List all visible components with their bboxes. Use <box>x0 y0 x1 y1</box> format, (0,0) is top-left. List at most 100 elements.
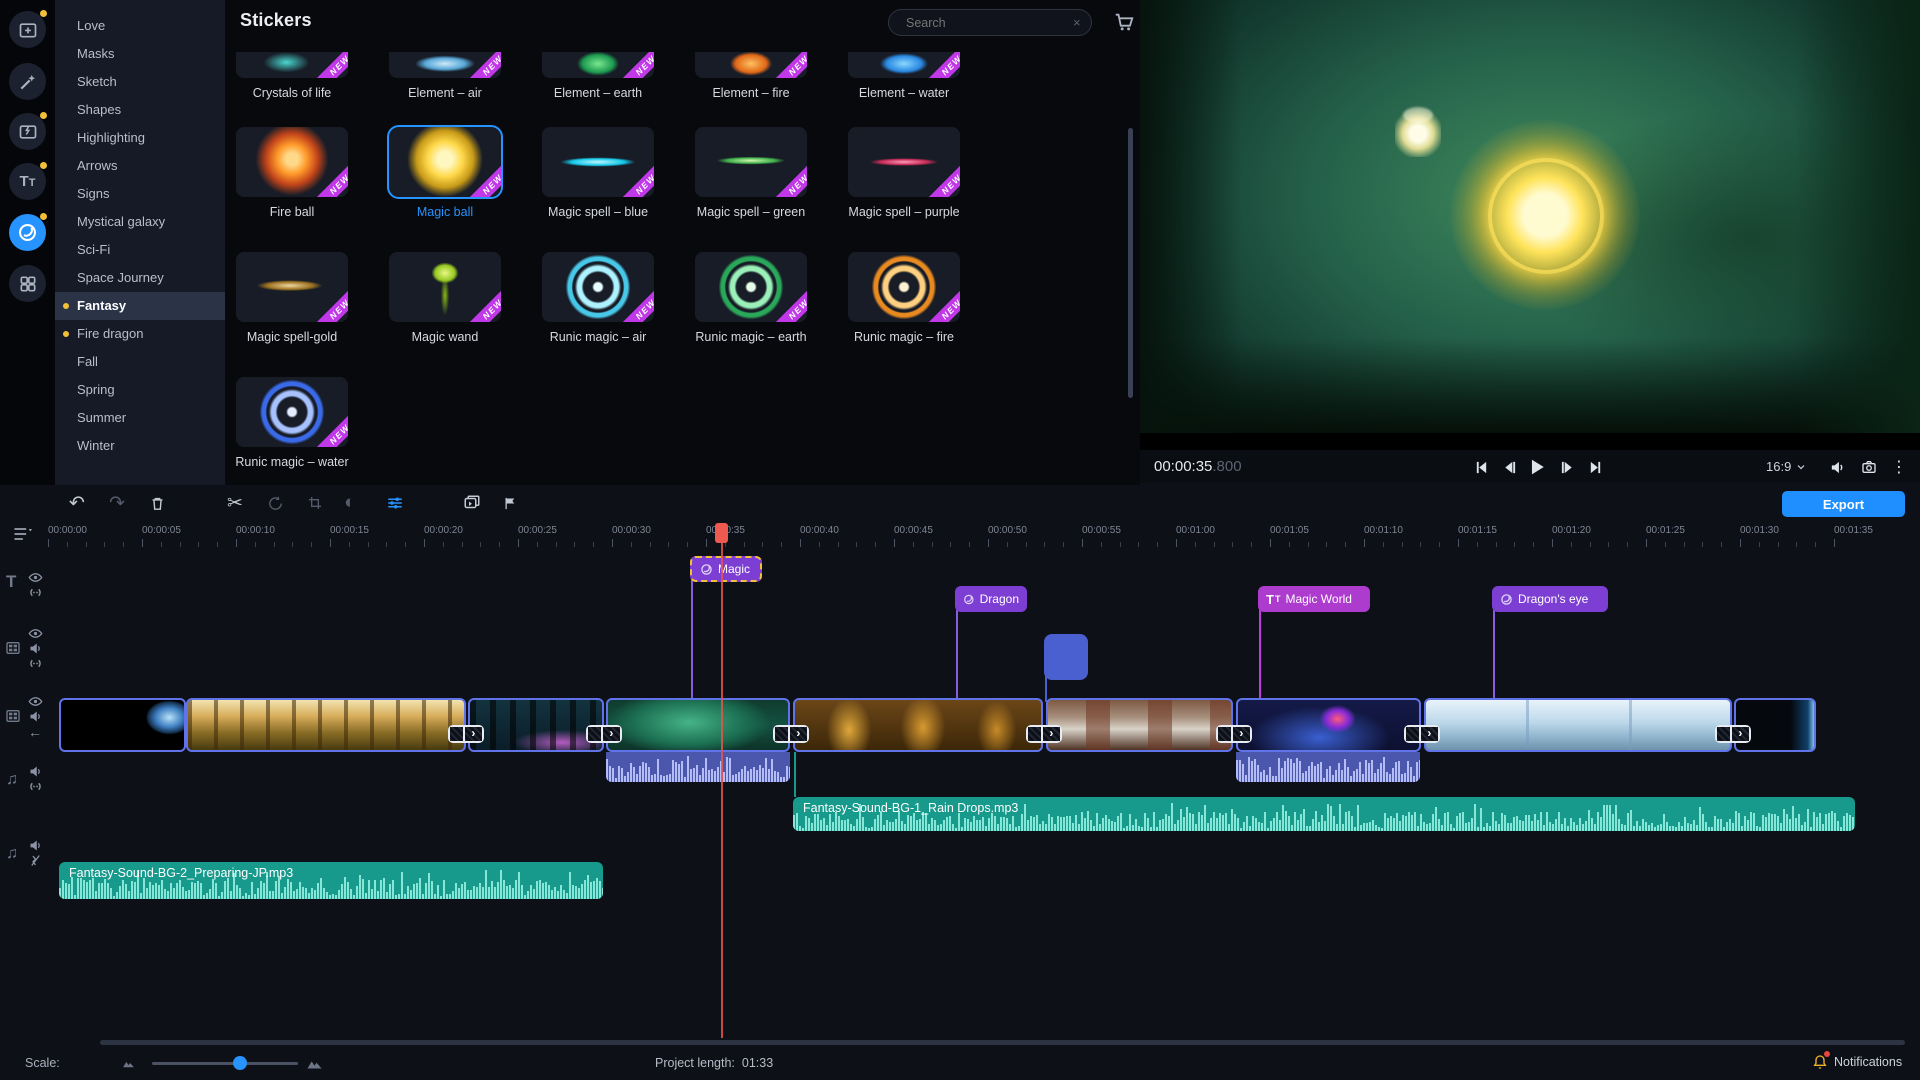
title-track-link-icon[interactable] <box>28 585 43 600</box>
category-item[interactable]: Winter <box>55 432 225 460</box>
overlay-track-volume-icon[interactable] <box>28 641 43 656</box>
video-clip[interactable] <box>59 698 186 752</box>
split-button[interactable]: ✂ <box>221 489 249 517</box>
skip-start-button[interactable] <box>1470 456 1492 478</box>
transition-badge[interactable]: › <box>1404 725 1440 743</box>
video-track-volume-icon[interactable] <box>28 709 43 724</box>
undo-button[interactable]: ↶ <box>63 489 91 517</box>
playhead-marker[interactable] <box>715 523 728 543</box>
play-button[interactable] <box>1526 456 1548 478</box>
aspect-ratio-select[interactable]: 16:9 <box>1766 459 1807 474</box>
color-adjust-button[interactable]: ◐ <box>336 489 364 517</box>
category-item[interactable]: Fire dragon <box>55 320 225 348</box>
notifications-button[interactable]: Notifications <box>1812 1054 1902 1070</box>
transition-badge[interactable]: › <box>586 725 622 743</box>
sticker-tile[interactable]: NEW <box>542 127 654 197</box>
volume-button[interactable] <box>1826 456 1848 478</box>
sticker-tile[interactable]: NEW <box>389 127 501 197</box>
sticker-tile[interactable]: NEW <box>236 127 348 197</box>
marker-button[interactable] <box>496 489 524 517</box>
audio-track2-unlink-icon[interactable] <box>28 853 43 868</box>
timeline-hscrollbar[interactable] <box>100 1040 1905 1045</box>
titles-button[interactable]: TT <box>9 163 46 200</box>
linked-audio-waveform[interactable] <box>1236 752 1420 782</box>
sticker-tile[interactable]: NEW <box>848 252 960 322</box>
category-item[interactable]: Love <box>55 12 225 40</box>
category-item[interactable]: Fall <box>55 348 225 376</box>
sticker-tile[interactable]: NEW <box>542 252 654 322</box>
transition-badge[interactable]: › <box>773 725 809 743</box>
sticker-tile[interactable]: NEW <box>236 252 348 322</box>
panel-scrollbar[interactable] <box>1128 128 1133 398</box>
zoom-in-icon[interactable] <box>306 1055 323 1072</box>
track-options-icon[interactable] <box>12 524 32 544</box>
linked-audio-waveform[interactable] <box>606 752 790 782</box>
transitions-button[interactable] <box>9 113 46 150</box>
category-item[interactable]: Arrows <box>55 152 225 180</box>
audio-clip[interactable]: Fantasy-Sound-BG-2_Preparing-JP.mp3 <box>59 862 603 899</box>
stickers-button[interactable] <box>9 214 46 251</box>
overlay-track-link-icon[interactable] <box>28 656 43 671</box>
video-clip[interactable] <box>1236 698 1421 752</box>
sticker-tile[interactable]: NEW <box>236 52 348 78</box>
clip-properties-button[interactable] <box>381 489 409 517</box>
audio-track1-link-icon[interactable] <box>28 779 43 794</box>
scale-slider-thumb[interactable] <box>233 1056 247 1070</box>
scale-slider-track[interactable] <box>152 1062 298 1065</box>
category-item[interactable]: Summer <box>55 404 225 432</box>
category-item[interactable]: Spring <box>55 376 225 404</box>
category-item[interactable]: Shapes <box>55 96 225 124</box>
category-item[interactable]: Mystical galaxy <box>55 208 225 236</box>
video-clip[interactable] <box>606 698 790 752</box>
video-clip[interactable] <box>1424 698 1732 752</box>
shape-overlay-clip[interactable] <box>1044 634 1088 680</box>
video-track-arrow-icon[interactable]: ← <box>28 724 42 740</box>
audio-track2-volume-icon[interactable] <box>28 838 43 853</box>
audio-track1-volume-icon[interactable] <box>28 764 43 779</box>
sticker-tile[interactable]: NEW <box>848 127 960 197</box>
zoom-out-icon[interactable] <box>122 1057 135 1070</box>
sticker-tile[interactable]: NEW <box>542 52 654 78</box>
transition-badge[interactable]: › <box>1216 725 1252 743</box>
import-media-button[interactable] <box>9 11 46 48</box>
timeline-ruler[interactable]: 00:00:0000:00:0500:00:1000:00:1500:00:20… <box>0 522 1920 548</box>
transition-badge[interactable]: › <box>1026 725 1062 743</box>
video-clip[interactable] <box>468 698 604 752</box>
prev-frame-button[interactable] <box>1498 456 1520 478</box>
sticker-tile[interactable]: NEW <box>695 52 807 78</box>
rotate-button[interactable] <box>261 489 289 517</box>
video-clip[interactable] <box>793 698 1043 752</box>
video-clip[interactable] <box>1046 698 1233 752</box>
preview-menu-button[interactable]: ⋮ <box>1888 456 1910 478</box>
skip-end-button[interactable] <box>1584 456 1606 478</box>
category-item[interactable]: Masks <box>55 40 225 68</box>
category-item[interactable]: Space Journey <box>55 264 225 292</box>
title-track-visibility-icon[interactable] <box>28 570 43 585</box>
sticker-tile[interactable]: NEW <box>695 252 807 322</box>
redo-button[interactable]: ↷ <box>103 489 131 517</box>
export-button[interactable]: Export <box>1782 491 1905 517</box>
overlay-track-visibility-icon[interactable] <box>28 626 43 641</box>
title-clip[interactable]: TTMagic World <box>1258 586 1370 612</box>
video-track-visibility-icon[interactable] <box>28 694 43 709</box>
sticker-tile[interactable]: NEW <box>389 252 501 322</box>
sticker-tile[interactable]: NEW <box>848 52 960 78</box>
audio-clip[interactable]: Fantasy-Sound-BG-1_Rain Drops.mp3 <box>793 797 1855 831</box>
next-frame-button[interactable] <box>1556 456 1578 478</box>
category-item[interactable]: Sci-Fi <box>55 236 225 264</box>
sticker-tile[interactable]: NEW <box>695 127 807 197</box>
transition-badge[interactable]: › <box>1715 725 1751 743</box>
sticker-clip[interactable]: Magic <box>690 556 762 582</box>
overlay-button[interactable] <box>458 489 486 517</box>
filters-button[interactable] <box>9 63 46 100</box>
video-clip[interactable] <box>186 698 466 752</box>
transition-badge[interactable]: › <box>448 725 484 743</box>
category-item[interactable]: Sketch <box>55 68 225 96</box>
sticker-clip[interactable]: Dragon <box>955 586 1027 612</box>
sticker-tile[interactable]: NEW <box>236 377 348 447</box>
crop-button[interactable] <box>301 489 329 517</box>
category-item[interactable]: Fantasy <box>55 292 225 320</box>
category-item[interactable]: Highlighting <box>55 124 225 152</box>
more-tools-button[interactable] <box>9 265 46 302</box>
sticker-tile[interactable]: NEW <box>389 52 501 78</box>
